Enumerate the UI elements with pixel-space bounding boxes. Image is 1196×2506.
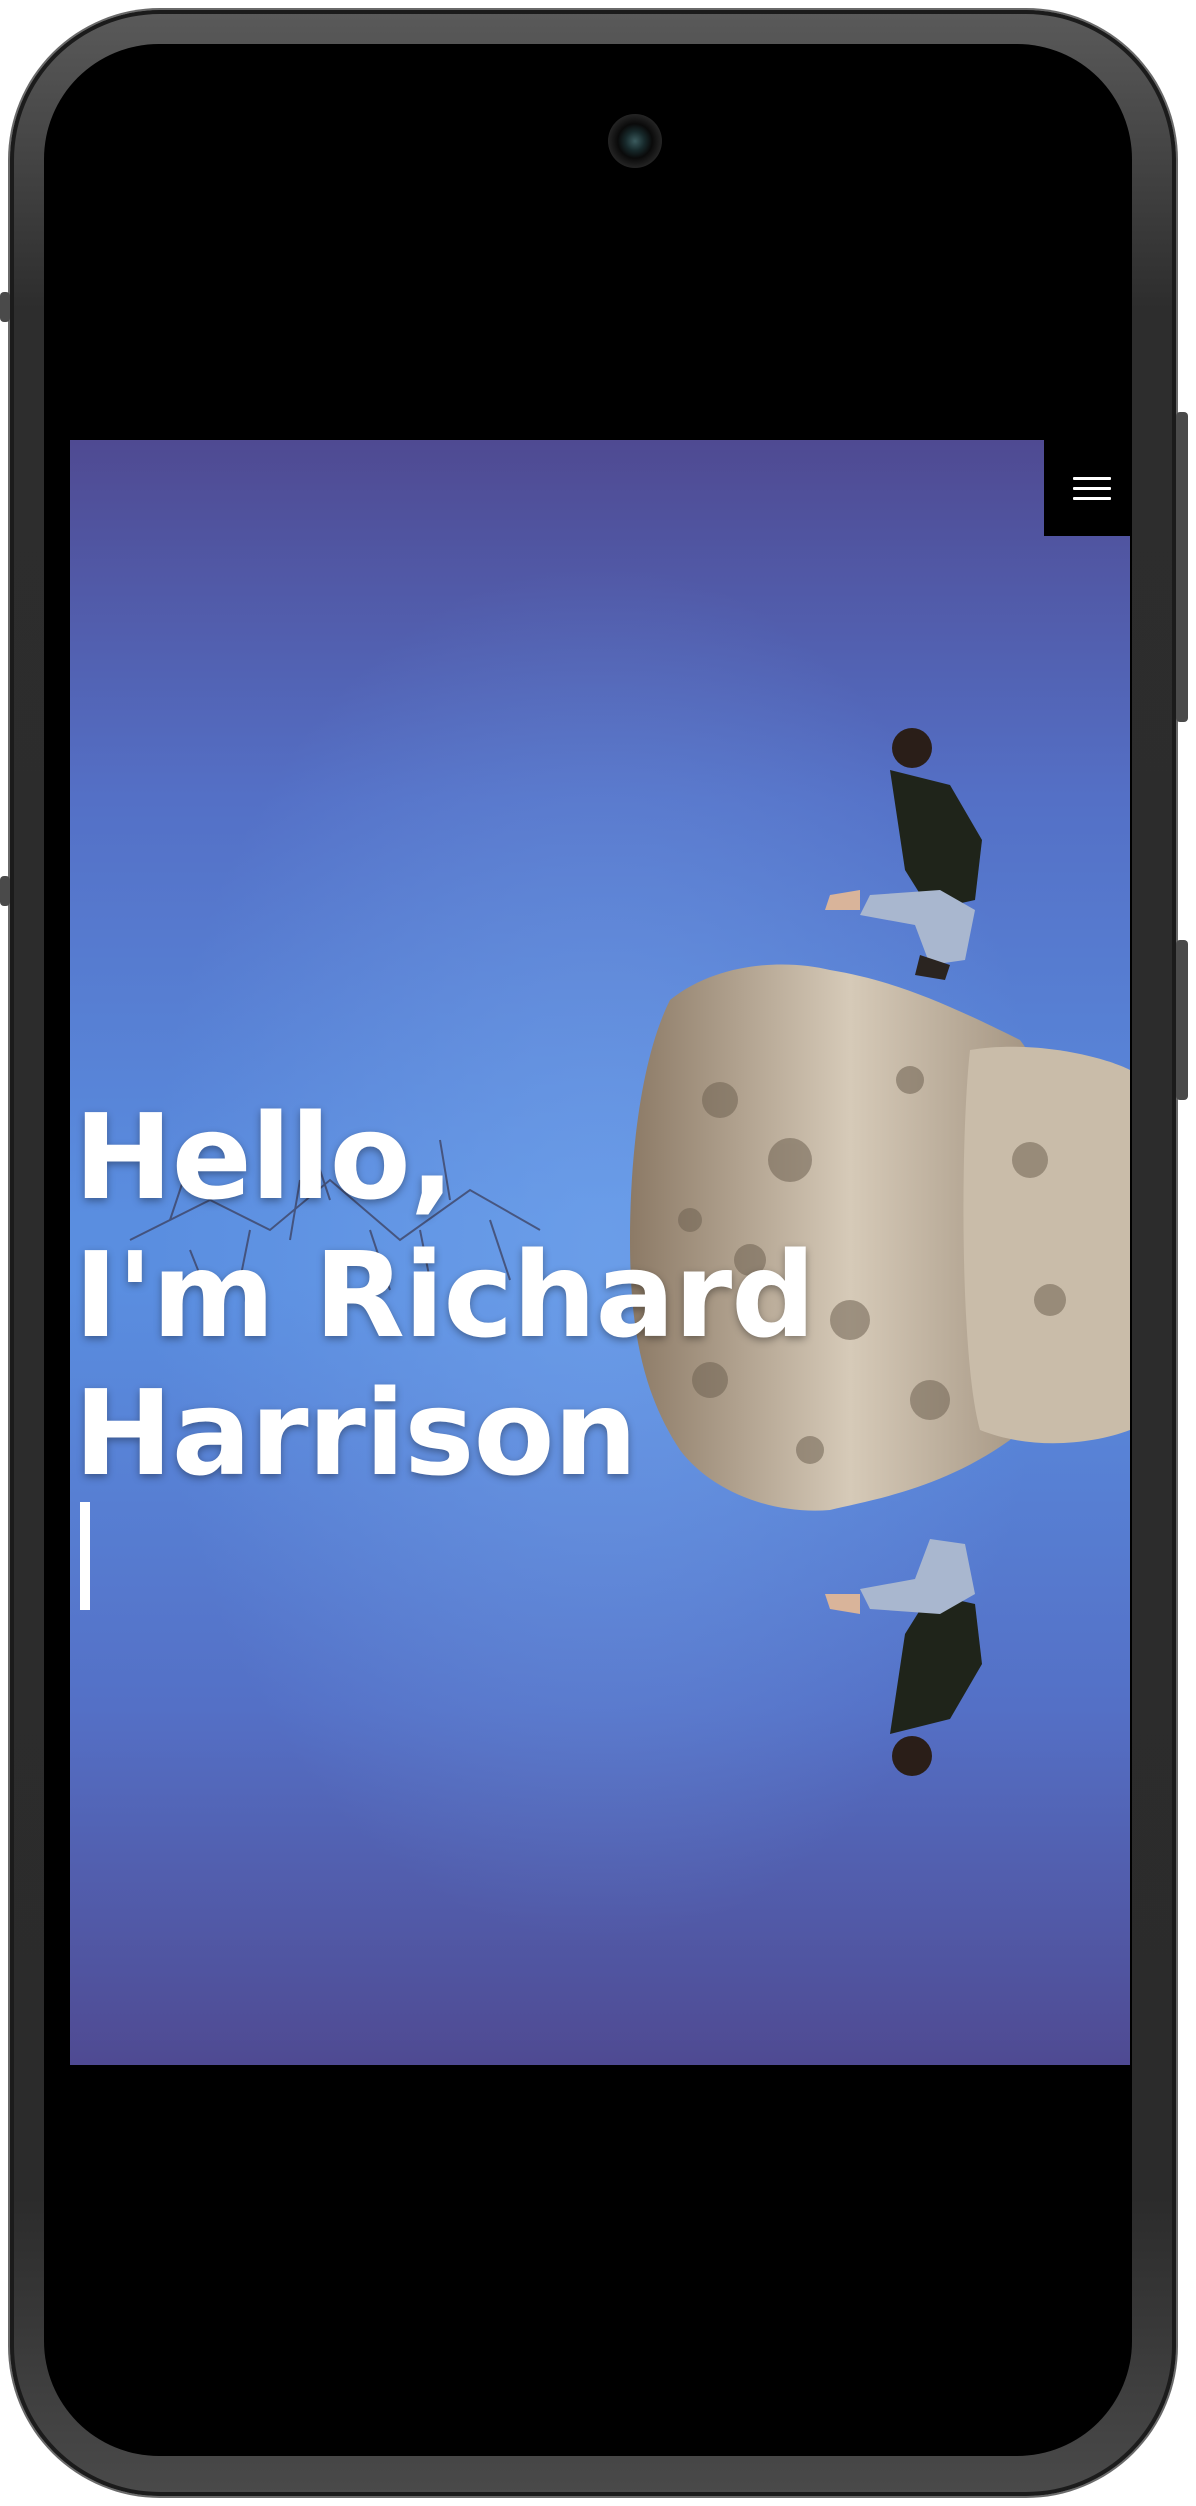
headline-line-3: Harrison xyxy=(74,1364,815,1610)
power-button xyxy=(1176,412,1188,722)
typing-cursor xyxy=(80,1502,90,1610)
side-notch-top xyxy=(0,292,10,322)
hamburger-menu-icon xyxy=(1073,476,1111,480)
hamburger-menu-icon xyxy=(1073,486,1111,490)
hamburger-menu-button[interactable] xyxy=(1044,440,1132,536)
headline-line-2: I'm Richard xyxy=(74,1226,816,1364)
headline-name: Harrison xyxy=(74,1364,638,1502)
side-notch-bottom xyxy=(0,876,10,906)
phone-screen: Hello, I'm Richard Harrison xyxy=(44,44,1132,2456)
front-camera xyxy=(608,114,662,168)
hamburger-menu-icon xyxy=(1073,496,1111,500)
headline-line-1: Hello, xyxy=(74,1088,455,1226)
hero-section: Hello, I'm Richard Harrison xyxy=(70,440,1130,2065)
hero-headline: Hello, I'm Richard Harrison xyxy=(74,1088,816,1610)
volume-button xyxy=(1176,940,1188,1100)
